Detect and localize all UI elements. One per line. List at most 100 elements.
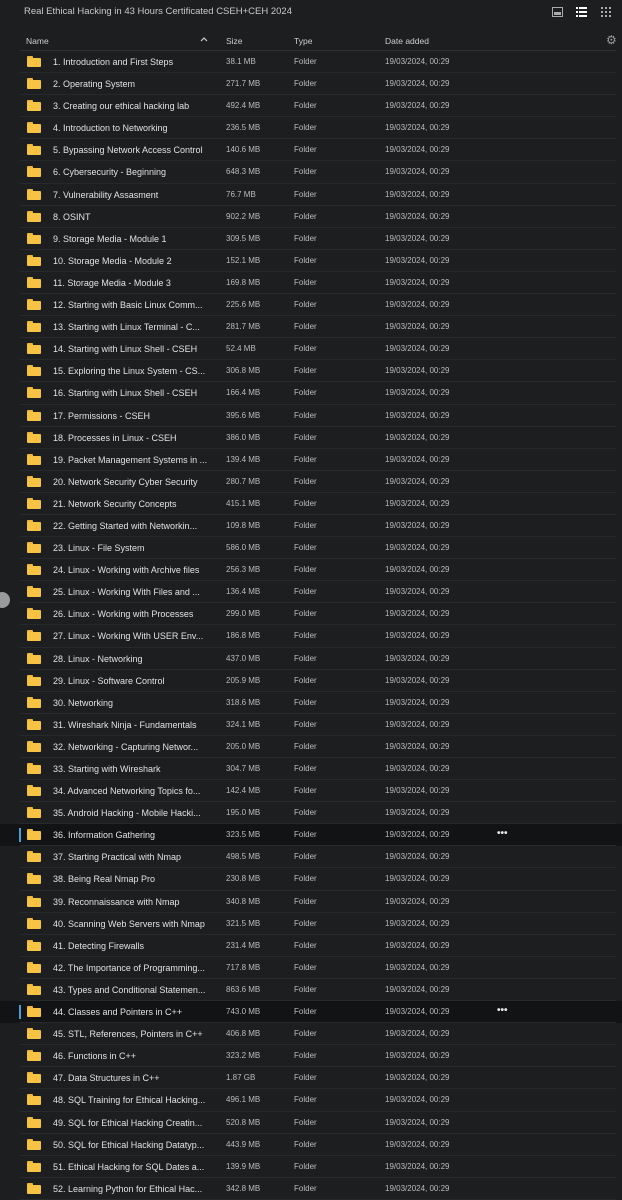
- row-size: 323.5 MB: [226, 830, 261, 840]
- row-size: 323.2 MB: [226, 1051, 261, 1061]
- table-row[interactable]: 43. Types and Conditional Statemen... 863…: [0, 979, 622, 1002]
- table-row[interactable]: 34. Advanced Networking Topics fo... 142.…: [0, 780, 622, 803]
- table-row[interactable]: 8. OSINT 902.2 MB Folder 19/03/2024, 00:29: [0, 206, 622, 228]
- chevron-up-icon[interactable]: [200, 35, 208, 45]
- table-row[interactable]: 9. Storage Media - Module 1 309.5 MB Folde…: [0, 228, 622, 250]
- table-row[interactable]: 27. Linux - Working With USER Env... 186.…: [0, 625, 622, 648]
- row-date: 19/03/2024, 00:29: [385, 653, 450, 663]
- table-row[interactable]: 3. Creating our ethical hacking lab 492.4…: [0, 95, 622, 118]
- table-row[interactable]: 22. Getting Started with Networkin... 109…: [0, 515, 622, 538]
- table-row[interactable]: 6. Cybersecurity - Beginning 648.3 MB Fold…: [0, 161, 622, 184]
- column-name-header[interactable]: Name: [26, 36, 49, 46]
- row-size: 342.8 MB: [226, 1183, 261, 1193]
- folder-icon: [27, 851, 41, 863]
- table-row[interactable]: 44. Classes and Pointers in C++ 743.0 MB F…: [0, 1001, 622, 1024]
- column-date-header[interactable]: Date added: [385, 36, 429, 46]
- row-size: 717.8 MB: [226, 962, 261, 972]
- row-type: Folder: [294, 1007, 317, 1017]
- folder-title: Real Ethical Hacking in 43 Hours Certifi…: [24, 6, 292, 17]
- table-row[interactable]: 20. Network Security Cyber Security 280.7…: [0, 471, 622, 493]
- table-row[interactable]: 32. Networking - Capturing Networ... 205.…: [0, 736, 622, 758]
- row-type: Folder: [294, 741, 317, 751]
- gear-icon[interactable]: ⚙: [606, 33, 617, 47]
- table-row[interactable]: 30. Networking 318.6 MB Folder 19/03/2024, …: [0, 692, 622, 714]
- table-row[interactable]: 47. Data Structures in C++ 1.87 GB Folder 1…: [0, 1067, 622, 1090]
- row-name: 32. Networking - Capturing Networ...: [53, 741, 199, 752]
- row-name: 25. Linux - Working With Files and ...: [53, 587, 200, 598]
- table-row[interactable]: 1. Introduction and First Steps 38.1 MB Fo…: [0, 51, 622, 74]
- row-type: Folder: [294, 653, 317, 663]
- row-name: 4. Introduction to Networking: [53, 123, 168, 134]
- table-row[interactable]: 14. Starting with Linux Shell - CSEH 52.4…: [0, 338, 622, 361]
- table-row[interactable]: 21. Network Security Concepts 415.1 MB Fol…: [0, 493, 622, 515]
- more-options-icon[interactable]: •••: [497, 828, 508, 839]
- table-row[interactable]: 13. Starting with Linux Terminal - C... 2…: [0, 316, 622, 339]
- table-row[interactable]: 25. Linux - Working With Files and ... 13…: [0, 581, 622, 604]
- table-row[interactable]: 26. Linux - Working with Processes 299.0 …: [0, 603, 622, 626]
- more-options-icon[interactable]: •••: [497, 1005, 508, 1016]
- row-name: 21. Network Security Concepts: [53, 498, 177, 509]
- table-row[interactable]: 7. Vulnerability Assasment 76.7 MB Folder 1…: [0, 184, 622, 206]
- table-row[interactable]: 52. Learning Python for Ethical Hac... 34…: [0, 1178, 622, 1200]
- table-row[interactable]: 11. Storage Media - Module 3 169.8 MB Fold…: [0, 272, 622, 295]
- table-row[interactable]: 18. Processes in Linux - CSEH 386.0 MB Fol…: [0, 427, 622, 449]
- table-row[interactable]: 12. Starting with Basic Linux Comm... 225…: [0, 294, 622, 317]
- row-name: 42. The Importance of Programming...: [53, 962, 205, 973]
- table-row[interactable]: 24. Linux - Working with Archive files 25…: [0, 559, 622, 582]
- row-size: 318.6 MB: [226, 697, 261, 707]
- table-row[interactable]: 38. Being Real Nmap Pro 230.8 MB Folder 19/…: [0, 868, 622, 891]
- row-type: Folder: [294, 167, 317, 177]
- table-row[interactable]: 15. Exploring the Linux System - CS... 30…: [0, 360, 622, 383]
- table-row[interactable]: 33. Starting with Wireshark 304.7 MB Folde…: [0, 758, 622, 781]
- row-date: 19/03/2024, 00:29: [385, 1029, 450, 1039]
- folder-icon: [27, 78, 41, 90]
- table-row[interactable]: 4. Introduction to Networking 236.5 MB Fol…: [0, 117, 622, 140]
- column-type-header[interactable]: Type: [294, 36, 312, 46]
- row-type: Folder: [294, 587, 317, 597]
- table-row[interactable]: 46. Functions in C++ 323.2 MB Folder 19/03/…: [0, 1045, 622, 1068]
- folder-icon: [27, 453, 41, 465]
- table-row[interactable]: 2. Operating System 271.7 MB Folder 19/03/2…: [0, 73, 622, 96]
- table-row[interactable]: 42. The Importance of Programming... 717.…: [0, 957, 622, 979]
- grid-view-icon[interactable]: [600, 6, 612, 18]
- table-row[interactable]: 39. Reconnaissance with Nmap 340.8 MB Fold…: [0, 891, 622, 913]
- column-size-header[interactable]: Size: [226, 36, 243, 46]
- row-type: Folder: [294, 476, 317, 486]
- row-type: Folder: [294, 454, 317, 464]
- table-row[interactable]: 48. SQL Training for Ethical Hacking... 4…: [0, 1089, 622, 1112]
- panel-icon[interactable]: [551, 6, 563, 18]
- table-row[interactable]: 16. Starting with Linux Shell - CSEH 166.…: [0, 382, 622, 405]
- folder-icon: [27, 254, 41, 266]
- table-row[interactable]: 49. SQL for Ethical Hacking Creatin... 52…: [0, 1112, 622, 1134]
- table-row[interactable]: 36. Information Gathering 323.5 MB Folder 1…: [0, 824, 622, 847]
- row-type: Folder: [294, 233, 317, 243]
- row-name: 18. Processes in Linux - CSEH: [53, 432, 177, 443]
- table-row[interactable]: 17. Permissions - CSEH 395.6 MB Folder 19/0…: [0, 405, 622, 427]
- row-type: Folder: [294, 255, 317, 265]
- row-size: 169.8 MB: [226, 277, 261, 287]
- row-size: 140.6 MB: [226, 145, 261, 155]
- table-row[interactable]: 51. Ethical Hacking for SQL Dates a... 13…: [0, 1156, 622, 1178]
- folder-icon: [27, 1050, 41, 1062]
- table-row[interactable]: 29. Linux - Software Control 205.9 MB Fold…: [0, 670, 622, 692]
- table-row[interactable]: 37. Starting Practical with Nmap 498.5 MB…: [0, 846, 622, 869]
- row-date: 19/03/2024, 00:29: [385, 145, 450, 155]
- list-view-icon[interactable]: [575, 6, 587, 18]
- table-row[interactable]: 45. STL, References, Pointers in C++ 406.…: [0, 1023, 622, 1046]
- table-row[interactable]: 5. Bypassing Network Access Control 140.6…: [0, 139, 622, 162]
- table-row[interactable]: 41. Detecting Firewalls 231.4 MB Folder 19/…: [0, 935, 622, 957]
- row-date: 19/03/2024, 00:29: [385, 1139, 450, 1149]
- table-row[interactable]: 23. Linux - File System 586.0 MB Folder 19/…: [0, 537, 622, 560]
- table-row[interactable]: 50. SQL for Ethical Hacking Datatyp... 44…: [0, 1134, 622, 1156]
- title-bar: Real Ethical Hacking in 43 Hours Certifi…: [0, 0, 622, 24]
- folder-icon: [27, 807, 41, 819]
- table-row[interactable]: 31. Wireshark Ninja - Fundamentals 324.1 …: [0, 714, 622, 736]
- row-date: 19/03/2024, 00:29: [385, 896, 450, 906]
- file-list: 1. Introduction and First Steps 38.1 MB Fo…: [0, 51, 622, 1200]
- table-row[interactable]: 10. Storage Media - Module 2 152.1 MB Fold…: [0, 250, 622, 272]
- table-row[interactable]: 28. Linux - Networking 437.0 MB Folder 19/0…: [0, 648, 622, 670]
- table-row[interactable]: 19. Packet Management Systems in ... 139.…: [0, 449, 622, 471]
- table-row[interactable]: 40. Scanning Web Servers with Nmap 321.5 …: [0, 913, 622, 935]
- table-row[interactable]: 35. Android Hacking - Mobile Hacki... 195…: [0, 802, 622, 825]
- folder-icon: [27, 652, 41, 664]
